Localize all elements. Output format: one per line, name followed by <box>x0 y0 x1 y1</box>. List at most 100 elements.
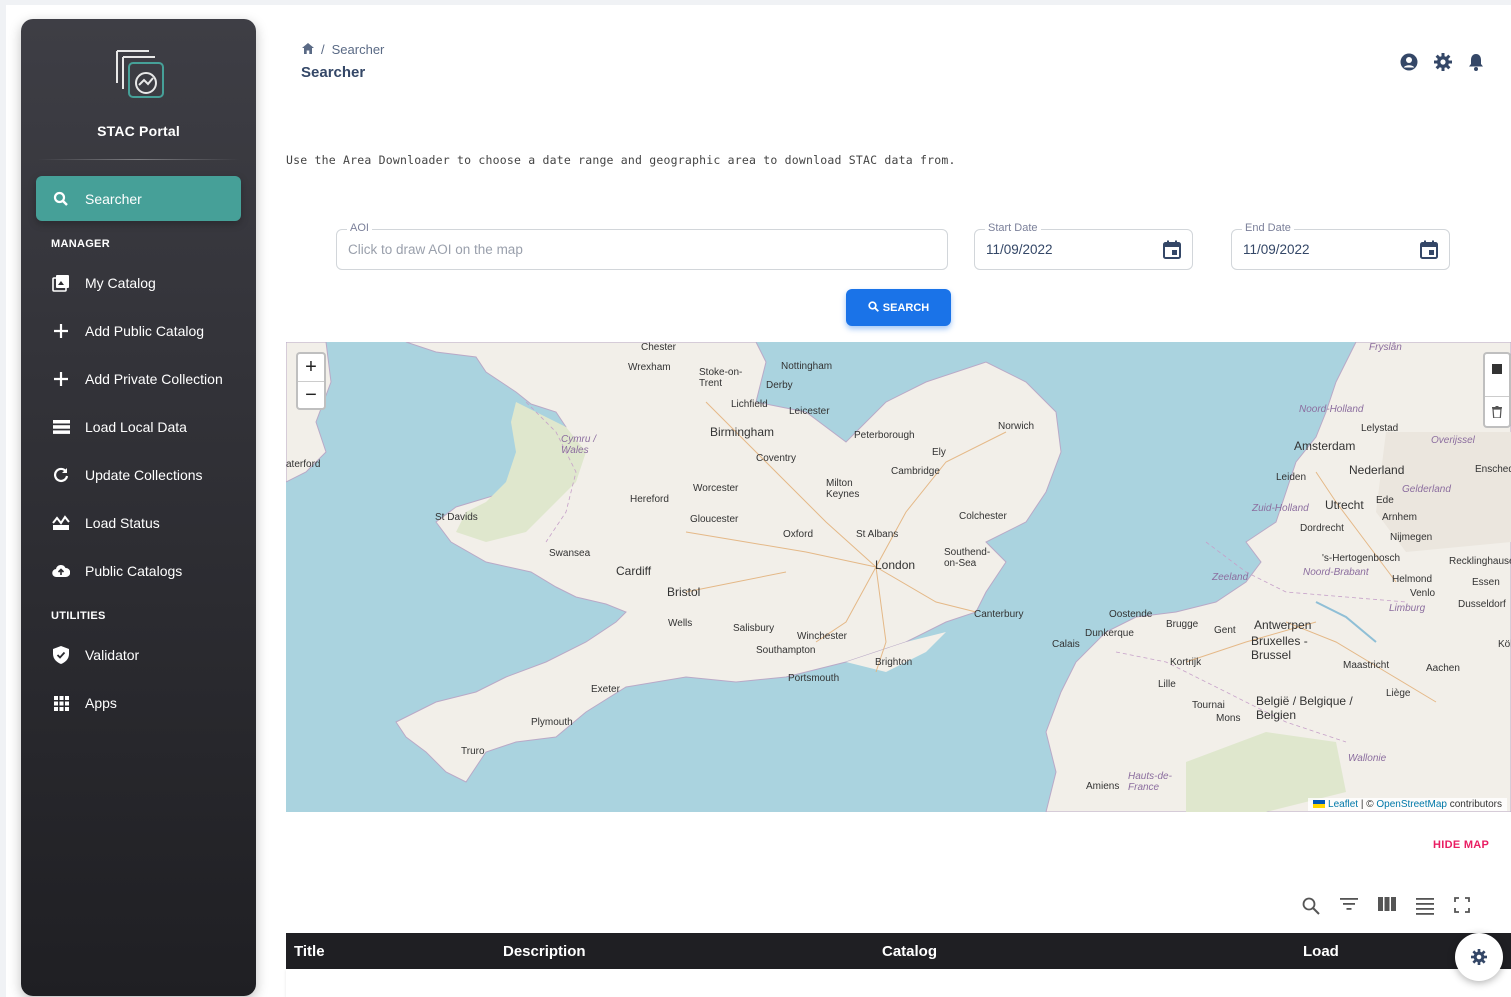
density-icon[interactable] <box>1416 897 1436 917</box>
map-label: Dunkerque <box>1085 628 1134 639</box>
map-label: Lichfield <box>731 399 768 410</box>
section-utilities: UTILITIES <box>51 610 106 622</box>
column-header-catalog[interactable]: Catalog <box>882 943 937 960</box>
map-label: Cymru / Wales <box>561 434 596 456</box>
sidebar-item-add-public-catalog[interactable]: Add Public Catalog <box>36 311 241 351</box>
account-icon[interactable] <box>1400 53 1418 71</box>
attribution-separator: | © <box>1358 799 1377 810</box>
calendar-icon[interactable] <box>1162 240 1182 260</box>
gear-icon <box>1471 949 1487 965</box>
map-label: Plymouth <box>531 717 573 728</box>
column-header-load[interactable]: Load <box>1303 943 1339 960</box>
map-attribution: Leaflet | © OpenStreetMap contributors <box>1308 798 1507 811</box>
home-icon[interactable] <box>302 42 314 57</box>
square-icon <box>1492 364 1502 374</box>
page-title: Searcher <box>301 64 366 81</box>
map-label: Köln <box>1498 639 1511 650</box>
map-label: Bruxelles - Brussel <box>1251 634 1308 662</box>
map-label: Wells <box>668 618 693 629</box>
sidebar-item-my-catalog[interactable]: My Catalog <box>36 263 241 303</box>
column-header-description[interactable]: Description <box>503 943 586 960</box>
start-date-field[interactable]: Start Date 11/09/2022 <box>974 222 1193 270</box>
map-label: Venlo <box>1410 588 1436 599</box>
sidebar-item-apps[interactable]: Apps <box>36 683 241 723</box>
map-label: Peterborough <box>854 430 915 441</box>
zoom-out-button[interactable]: − <box>298 381 324 408</box>
draw-toolbar <box>1483 352 1511 428</box>
refresh-icon <box>52 466 70 484</box>
map-label: Canterbury <box>974 609 1024 620</box>
stac-logo-icon <box>115 50 164 98</box>
sidebar-item-validator[interactable]: Validator <box>36 635 241 675</box>
attribution-tail: contributors <box>1446 799 1502 810</box>
map-label: Dordrecht <box>1300 523 1344 534</box>
settings-fab-button[interactable] <box>1455 933 1503 981</box>
osm-link[interactable]: OpenStreetMap <box>1376 799 1447 810</box>
sidebar-divider <box>37 159 240 160</box>
search-button[interactable]: SEARCH <box>846 289 951 326</box>
map-label: St Albans <box>856 529 899 540</box>
sidebar-item-label: My Catalog <box>85 275 156 291</box>
sidebar: STAC Portal Searcher MANAGER My Catalog … <box>21 19 256 996</box>
end-date-value[interactable]: 11/09/2022 <box>1243 242 1427 257</box>
sidebar-item-update-collections[interactable]: Update Collections <box>36 455 241 495</box>
map-label: Fryslân <box>1369 342 1402 353</box>
zoom-control: + − <box>296 352 326 410</box>
fullscreen-icon[interactable] <box>1454 897 1474 917</box>
map-label: Bristol <box>667 585 701 599</box>
end-date-field[interactable]: End Date 11/09/2022 <box>1231 222 1450 270</box>
map-label: Winchester <box>797 631 848 642</box>
sidebar-item-load-status[interactable]: Load Status <box>36 503 241 543</box>
zoom-in-button[interactable]: + <box>298 354 324 381</box>
map-label: Ede <box>1376 495 1394 506</box>
calendar-icon[interactable] <box>1419 240 1439 260</box>
delete-layers-button[interactable] <box>1485 396 1509 426</box>
search-icon[interactable] <box>1302 897 1322 917</box>
sidebar-item-searcher[interactable]: Searcher <box>36 176 241 221</box>
map-label: Cardiff <box>616 564 652 578</box>
map-label: St Davids <box>435 512 478 523</box>
sidebar-item-label: Public Catalogs <box>85 563 183 579</box>
aoi-label: AOI <box>347 222 372 234</box>
start-date-value[interactable]: 11/09/2022 <box>986 242 1170 257</box>
filter-icon[interactable] <box>1340 897 1360 917</box>
gear-icon[interactable] <box>1434 53 1452 71</box>
map-label: Zuid-Holland <box>1252 503 1309 514</box>
map-label: Nottingham <box>781 361 833 372</box>
hide-map-button[interactable]: HIDE MAP <box>1433 839 1489 851</box>
search-icon <box>52 190 70 208</box>
map[interactable]: Chester Wrexham Stoke-on-Trent Nottingha… <box>286 342 1511 812</box>
status-icon <box>52 514 70 532</box>
sidebar-item-add-private-collection[interactable]: Add Private Collection <box>36 359 241 399</box>
map-label: Enschede <box>1475 464 1511 475</box>
column-header-title[interactable]: Title <box>294 943 325 960</box>
plus-icon <box>52 370 70 388</box>
search-icon <box>868 300 879 315</box>
brand[interactable]: STAC Portal <box>21 47 256 139</box>
map-label: Mons <box>1216 713 1241 724</box>
sidebar-item-label: Update Collections <box>85 467 203 483</box>
leaflet-link[interactable]: Leaflet <box>1328 799 1358 810</box>
section-manager: MANAGER <box>51 238 110 250</box>
sidebar-item-label: Searcher <box>85 190 142 207</box>
end-date-label: End Date <box>1242 222 1294 234</box>
map-label: Arnhem <box>1382 512 1418 523</box>
bell-icon[interactable] <box>1468 53 1486 71</box>
aoi-field[interactable]: AOI <box>336 222 948 270</box>
sidebar-item-load-local-data[interactable]: Load Local Data <box>36 407 241 447</box>
aoi-input[interactable] <box>348 242 867 257</box>
map-label: Stoke-on-Trent <box>699 367 743 389</box>
map-label: Exeter <box>591 684 620 695</box>
plus-icon <box>52 322 70 340</box>
map-label: aterford <box>286 459 321 470</box>
map-label: Tournai <box>1192 700 1225 711</box>
map-label: Portsmouth <box>788 673 840 684</box>
map-label: Cambridge <box>891 466 940 477</box>
draw-rectangle-button[interactable] <box>1485 354 1509 384</box>
sidebar-item-public-catalogs[interactable]: Public Catalogs <box>36 551 241 591</box>
map-label: Dusseldorf <box>1458 599 1506 610</box>
map-label: Oostende <box>1109 609 1153 620</box>
view-columns-icon[interactable] <box>1378 897 1398 917</box>
map-label: Wallonie <box>1348 753 1387 764</box>
table-header: Title Description Catalog Load <box>286 933 1511 969</box>
